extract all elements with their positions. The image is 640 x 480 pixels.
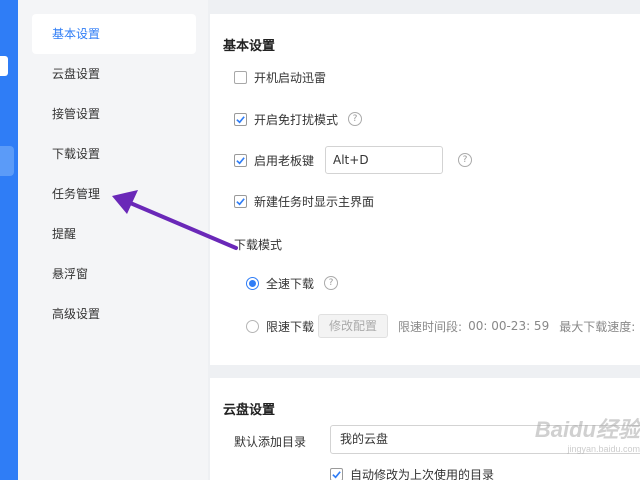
boss-key-input[interactable]: Alt+D: [325, 146, 444, 174]
startup-option[interactable]: 开机启动迅雷: [234, 69, 326, 85]
sidebar-item-download[interactable]: 下载设置: [32, 134, 196, 174]
help-icon[interactable]: ?: [348, 112, 363, 126]
watermark-url: jingyan.baidu.com: [567, 444, 640, 454]
app-strip: [0, 0, 18, 480]
watermark-logo: Baidu经验: [534, 417, 640, 442]
help-icon[interactable]: ?: [324, 276, 339, 290]
modify-config-button[interactable]: 修改配置: [318, 314, 389, 338]
watermark: Baidu经验 jingyan.baidu.com: [520, 412, 640, 472]
limited-speed-radio[interactable]: [246, 319, 259, 333]
startup-label: 开机启动迅雷: [254, 70, 327, 85]
sidebar-item-task-management[interactable]: 任务管理: [32, 174, 196, 214]
auto-change-option[interactable]: 自动修改为上次使用的目录: [330, 466, 494, 480]
checkmark-icon: [236, 156, 245, 164]
section-title: 云盘设置: [223, 403, 276, 418]
limit-time-value: 00: 00-23: 59: [468, 319, 550, 333]
sidebar-item-basic[interactable]: 基本设置: [32, 14, 196, 54]
no-disturb-checkbox[interactable]: [234, 112, 247, 126]
show-main-option[interactable]: 新建任务时显示主界面: [234, 193, 374, 209]
sidebar-item-advanced[interactable]: 高级设置: [32, 294, 196, 334]
startup-checkbox[interactable]: [234, 70, 247, 84]
no-disturb-label: 开启免打扰模式: [254, 112, 339, 127]
limited-speed-option[interactable]: 限速下载 修改配置 限速时间段: 00: 00-23: 59 最大下载速度:: [246, 314, 636, 338]
show-main-label: 新建任务时显示主界面: [254, 194, 375, 209]
section-title: 基本设置: [223, 39, 276, 54]
boss-key-option[interactable]: 启用老板键 Alt+D ?: [234, 146, 473, 174]
strip-button[interactable]: [0, 56, 8, 76]
help-icon[interactable]: ?: [458, 153, 473, 167]
auto-change-checkbox[interactable]: [330, 467, 343, 480]
boss-key-label: 启用老板键: [254, 153, 315, 168]
boss-key-checkbox[interactable]: [234, 153, 247, 167]
sidebar-item-reminder[interactable]: 提醒: [32, 214, 196, 254]
full-speed-label: 全速下载: [266, 276, 315, 291]
checkmark-icon: [236, 197, 245, 205]
no-disturb-option[interactable]: 开启免打扰模式 ?: [234, 111, 363, 127]
settings-sidebar: 基本设置 云盘设置 接管设置 下载设置 任务管理 提醒 悬浮窗 高级设置: [18, 0, 208, 480]
download-mode-title: 下载模式: [234, 238, 283, 252]
max-speed-label: 最大下载速度:: [559, 319, 636, 334]
full-speed-radio[interactable]: [246, 276, 259, 290]
basic-settings-panel: 基本设置 开机启动迅雷 开启免打扰模式 ? 启用老板键 Alt+D ? 新建任务…: [210, 14, 640, 365]
strip-settings-button[interactable]: [0, 146, 14, 176]
sidebar-item-takeover[interactable]: 接管设置: [32, 94, 196, 134]
checkmark-icon: [332, 470, 341, 478]
limited-speed-label: 限速下载: [266, 319, 315, 334]
show-main-checkbox[interactable]: [234, 194, 247, 208]
sidebar-item-cloud[interactable]: 云盘设置: [32, 54, 196, 94]
full-speed-option[interactable]: 全速下载 ?: [246, 275, 339, 291]
limit-time-label: 限速时间段:: [398, 319, 463, 334]
default-dir-label: 默认添加目录: [234, 435, 307, 449]
sidebar-item-floating-window[interactable]: 悬浮窗: [32, 254, 196, 294]
auto-change-label: 自动修改为上次使用的目录: [350, 467, 495, 480]
checkmark-icon: [236, 115, 245, 123]
